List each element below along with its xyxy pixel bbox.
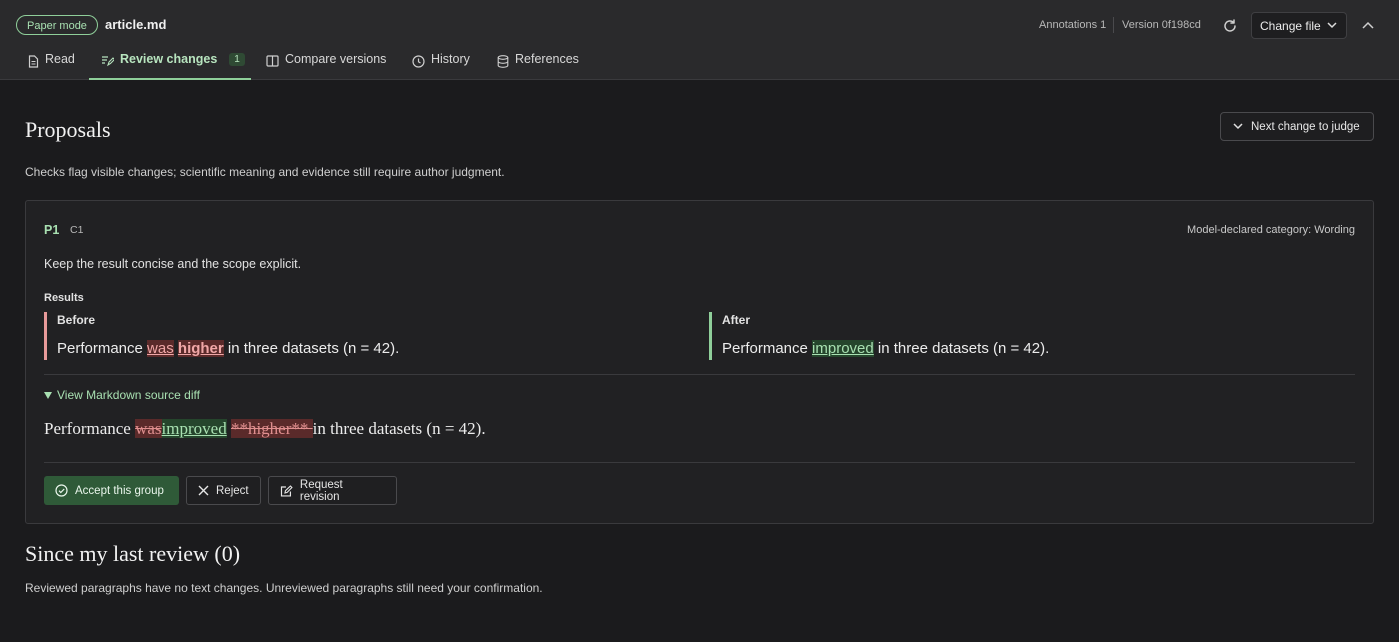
change-file-label: Change file (1260, 19, 1321, 33)
accept-group-label: Accept this group (75, 484, 164, 497)
top-bar: Paper mode article.md Annotations 1 Vers… (0, 0, 1399, 80)
columns-icon (266, 55, 279, 67)
reject-label: Reject (216, 484, 249, 497)
tab-read-label: Read (45, 52, 75, 66)
close-icon (198, 485, 209, 496)
proposals-title: Proposals (25, 117, 111, 142)
review-count-badge: 1 (229, 53, 245, 66)
tab-review-changes-label: Review changes (120, 52, 218, 66)
before-text: Performance was higher in three datasets… (57, 340, 399, 357)
accept-group-button[interactable]: Accept this group (44, 476, 179, 505)
after-label: After (722, 313, 751, 327)
next-change-label: Next change to judge (1251, 121, 1360, 133)
check-circle-icon (55, 484, 68, 497)
file-name: article.md (105, 17, 167, 32)
markdown-diff-toggle-label: View Markdown source diff (57, 388, 200, 402)
clock-icon (412, 55, 425, 68)
category-label: Model-declared category: Wording (1187, 224, 1355, 236)
after-text-post: in three datasets (n = 42). (873, 340, 1050, 357)
database-icon (497, 55, 509, 68)
tab-history[interactable]: History (412, 52, 470, 80)
before-text-pre: Performance (57, 340, 148, 357)
source-deleted-word: **higher** (230, 419, 313, 438)
tab-references[interactable]: References (497, 52, 579, 80)
refresh-icon[interactable] (1221, 17, 1239, 35)
annotations-count[interactable]: Annotations 1 (1039, 19, 1106, 31)
after-text: Performance improved in three datasets (… (722, 340, 1049, 357)
divider (44, 374, 1355, 375)
version-label: Version 0f198cd (1122, 19, 1201, 31)
deleted-word: higher (177, 340, 224, 357)
inserted-word: improved (812, 340, 874, 357)
before-marker (44, 312, 47, 360)
chevron-down-icon (1233, 123, 1243, 130)
proposals-description: Checks flag visible changes; scientific … (25, 165, 505, 179)
source-inserted-word: improved (161, 419, 227, 438)
document-icon (28, 55, 39, 68)
proposal-id: P1 (44, 223, 60, 237)
before-text-post: in three datasets (n = 42). (223, 340, 400, 357)
since-review-title: Since my last review (0) (25, 541, 241, 566)
divider (44, 462, 1355, 463)
tab-read[interactable]: Read (28, 52, 75, 80)
edit-square-icon (280, 484, 293, 497)
edit-icon (102, 56, 114, 67)
before-label: Before (57, 313, 96, 327)
tab-history-label: History (431, 52, 470, 66)
tab-compare-versions-label: Compare versions (285, 52, 387, 66)
results-label: Results (44, 292, 84, 304)
since-review-description: Reviewed paragraphs have no text changes… (25, 581, 543, 595)
chevron-up-icon[interactable] (1360, 18, 1376, 34)
source-text-post: in three datasets (n = 42). (312, 419, 486, 438)
markdown-source-diff: Performance wasimproved **higher** in th… (44, 419, 486, 439)
chevron-down-icon (1327, 22, 1337, 29)
group-id: C1 (70, 224, 84, 236)
reject-button[interactable]: Reject (186, 476, 261, 505)
change-file-button[interactable]: Change file (1251, 12, 1347, 39)
meta-divider (1113, 17, 1114, 33)
tab-review-changes[interactable]: Review changes 1 (89, 52, 251, 80)
triangle-down-icon (44, 391, 52, 399)
deleted-word: was (147, 340, 174, 357)
proposal-summary: Keep the result concise and the scope ex… (44, 257, 302, 271)
source-deleted-word: was (135, 419, 162, 438)
paper-mode-badge[interactable]: Paper mode (16, 15, 98, 35)
tab-compare-versions[interactable]: Compare versions (266, 52, 386, 80)
tab-references-label: References (515, 52, 579, 66)
request-revision-label: Request revision (299, 478, 343, 503)
next-change-button[interactable]: Next change to judge (1220, 112, 1374, 141)
after-marker (709, 312, 712, 360)
request-revision-button[interactable]: Request revision (268, 476, 397, 505)
markdown-diff-toggle[interactable]: View Markdown source diff (44, 388, 200, 402)
after-text-pre: Performance (722, 340, 813, 357)
source-text-pre: Performance (44, 419, 136, 438)
